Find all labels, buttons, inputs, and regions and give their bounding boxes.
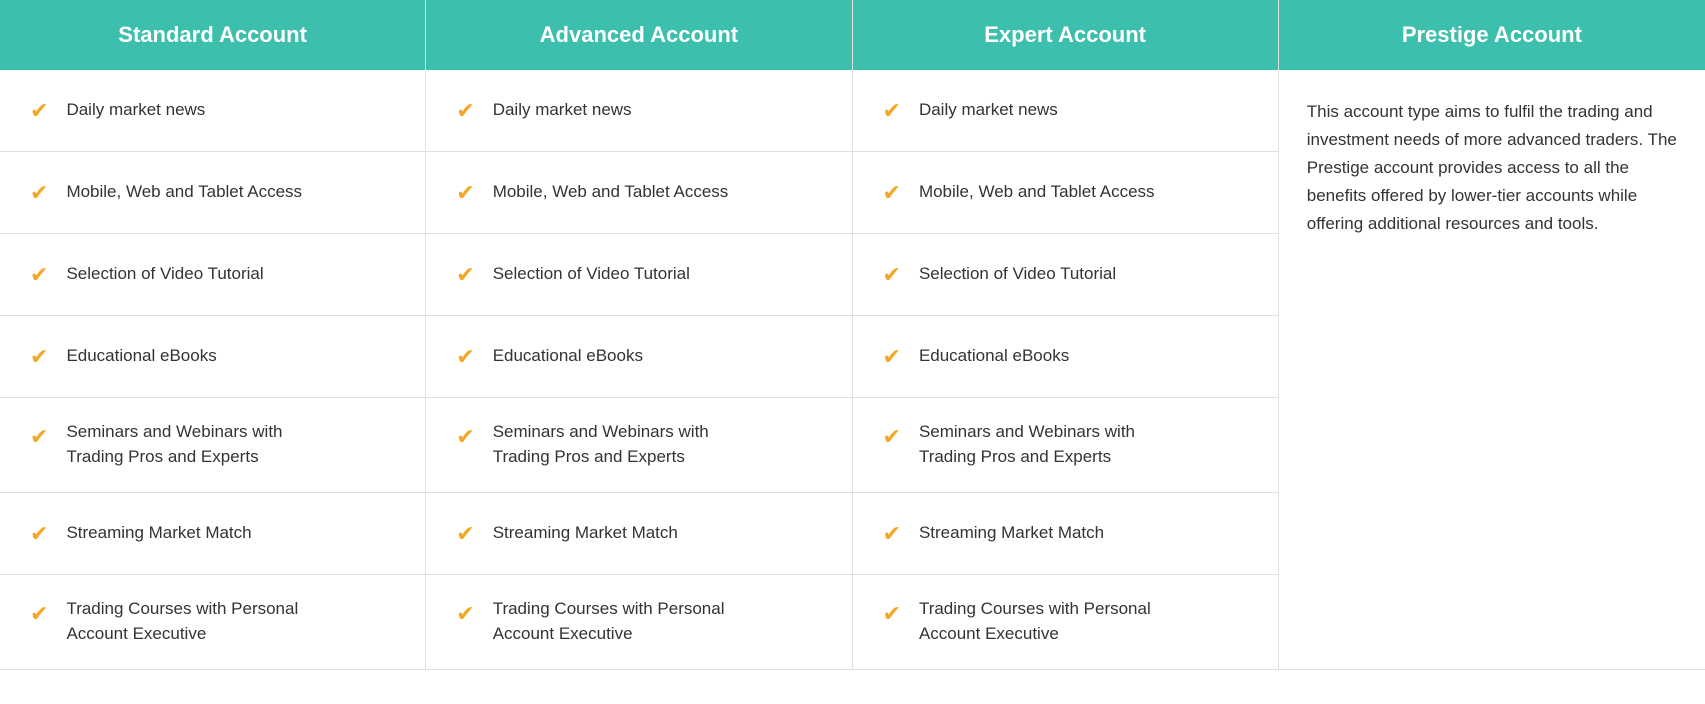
feature-cell-1-col-2: ✔ Mobile, Web and Tablet Access (853, 152, 1279, 234)
feature-cell-1-col-1: ✔ Mobile, Web and Tablet Access (426, 152, 852, 234)
check-icon: ✔ (883, 180, 901, 206)
feature-cell-0-col-2: ✔ Daily market news (853, 70, 1279, 152)
feature-cell-5-col-1: ✔ Streaming Market Match (426, 493, 852, 575)
check-icon: ✔ (883, 521, 901, 547)
feature-text: Daily market news (493, 98, 632, 123)
header-standard: Standard Account (0, 0, 426, 70)
check-icon: ✔ (883, 344, 901, 370)
feature-text: Streaming Market Match (493, 521, 678, 546)
feature-cell-3-col-1: ✔ Educational eBooks (426, 316, 852, 398)
feature-text: Trading Courses with Personal Account Exe… (919, 597, 1151, 646)
feature-cell-6-col-0: ✔ Trading Courses with Personal Account Ex… (0, 575, 426, 670)
feature-cell-6-col-2: ✔ Trading Courses with Personal Account Ex… (853, 575, 1279, 670)
feature-cell-2-col-1: ✔ Selection of Video Tutorial (426, 234, 852, 316)
feature-cell-0-col-0: ✔ Daily market news (0, 70, 426, 152)
feature-cell-4-col-0: ✔ Seminars and Webinars with Trading Pros … (0, 398, 426, 493)
check-icon: ✔ (456, 98, 474, 124)
check-icon: ✔ (30, 424, 48, 450)
header-prestige: Prestige Account (1279, 0, 1705, 70)
feature-cell-1-col-0: ✔ Mobile, Web and Tablet Access (0, 152, 426, 234)
feature-text: Daily market news (66, 98, 205, 123)
feature-line1: Seminars and Webinars with (493, 422, 709, 441)
check-icon: ✔ (456, 521, 474, 547)
feature-text: Streaming Market Match (919, 521, 1104, 546)
feature-cell-4-col-2: ✔ Seminars and Webinars with Trading Pros … (853, 398, 1279, 493)
check-icon: ✔ (30, 180, 48, 206)
feature-text: Daily market news (919, 98, 1058, 123)
header-expert-label: Expert Account (984, 22, 1146, 47)
check-icon: ✔ (456, 424, 474, 450)
check-icon: ✔ (456, 344, 474, 370)
feature-line1: Trading Courses with Personal (919, 599, 1151, 618)
check-icon: ✔ (456, 601, 474, 627)
feature-text: Mobile, Web and Tablet Access (493, 180, 729, 205)
header-standard-label: Standard Account (118, 22, 307, 47)
feature-line2: Account Executive (493, 624, 633, 643)
feature-cell-3-col-0: ✔ Educational eBooks (0, 316, 426, 398)
feature-line1: Seminars and Webinars with (919, 422, 1135, 441)
feature-text: Seminars and Webinars with Trading Pros a… (66, 420, 282, 469)
feature-cell-2-col-2: ✔ Selection of Video Tutorial (853, 234, 1279, 316)
feature-text: Educational eBooks (919, 344, 1069, 369)
prestige-description-cell: This account type aims to fulfil the tra… (1279, 70, 1705, 670)
header-advanced-label: Advanced Account (540, 22, 738, 47)
check-icon: ✔ (883, 424, 901, 450)
feature-text: Selection of Video Tutorial (919, 262, 1116, 287)
feature-text: Seminars and Webinars with Trading Pros a… (493, 420, 709, 469)
check-icon: ✔ (30, 344, 48, 370)
feature-cell-5-col-0: ✔ Streaming Market Match (0, 493, 426, 575)
feature-cell-5-col-2: ✔ Streaming Market Match (853, 493, 1279, 575)
header-prestige-label: Prestige Account (1402, 22, 1582, 47)
feature-line1: Seminars and Webinars with (66, 422, 282, 441)
check-icon: ✔ (883, 262, 901, 288)
features-grid: ✔ Daily market news ✔ Daily market news ✔ Dai… (0, 70, 1705, 670)
check-icon: ✔ (30, 601, 48, 627)
feature-cell-0-col-1: ✔ Daily market news (426, 70, 852, 152)
feature-cell-3-col-2: ✔ Educational eBooks (853, 316, 1279, 398)
prestige-description-text: This account type aims to fulfil the tra… (1307, 102, 1677, 233)
feature-text: Mobile, Web and Tablet Access (919, 180, 1155, 205)
feature-cell-4-col-1: ✔ Seminars and Webinars with Trading Pros … (426, 398, 852, 493)
table-container: Standard Account Advanced Account Expert… (0, 0, 1705, 670)
feature-text: Mobile, Web and Tablet Access (66, 180, 302, 205)
feature-text: Educational eBooks (66, 344, 216, 369)
feature-text: Trading Courses with Personal Account Exe… (493, 597, 725, 646)
feature-line2: Trading Pros and Experts (493, 447, 685, 466)
feature-line2: Account Executive (919, 624, 1059, 643)
check-icon: ✔ (456, 262, 474, 288)
feature-text: Selection of Video Tutorial (493, 262, 690, 287)
header-expert: Expert Account (853, 0, 1279, 70)
feature-text: Streaming Market Match (66, 521, 251, 546)
feature-line1: Trading Courses with Personal (493, 599, 725, 618)
feature-text: Selection of Video Tutorial (66, 262, 263, 287)
feature-line2: Trading Pros and Experts (919, 447, 1111, 466)
check-icon: ✔ (30, 262, 48, 288)
feature-cell-6-col-1: ✔ Trading Courses with Personal Account Ex… (426, 575, 852, 670)
feature-text: Trading Courses with Personal Account Exe… (66, 597, 298, 646)
feature-cell-2-col-0: ✔ Selection of Video Tutorial (0, 234, 426, 316)
feature-text: Educational eBooks (493, 344, 643, 369)
feature-text: Seminars and Webinars with Trading Pros a… (919, 420, 1135, 469)
check-icon: ✔ (883, 601, 901, 627)
check-icon: ✔ (30, 521, 48, 547)
check-icon: ✔ (883, 98, 901, 124)
header-advanced: Advanced Account (426, 0, 852, 70)
feature-line2: Account Executive (66, 624, 206, 643)
feature-line1: Trading Courses with Personal (66, 599, 298, 618)
check-icon: ✔ (456, 180, 474, 206)
check-icon: ✔ (30, 98, 48, 124)
feature-line2: Trading Pros and Experts (66, 447, 258, 466)
